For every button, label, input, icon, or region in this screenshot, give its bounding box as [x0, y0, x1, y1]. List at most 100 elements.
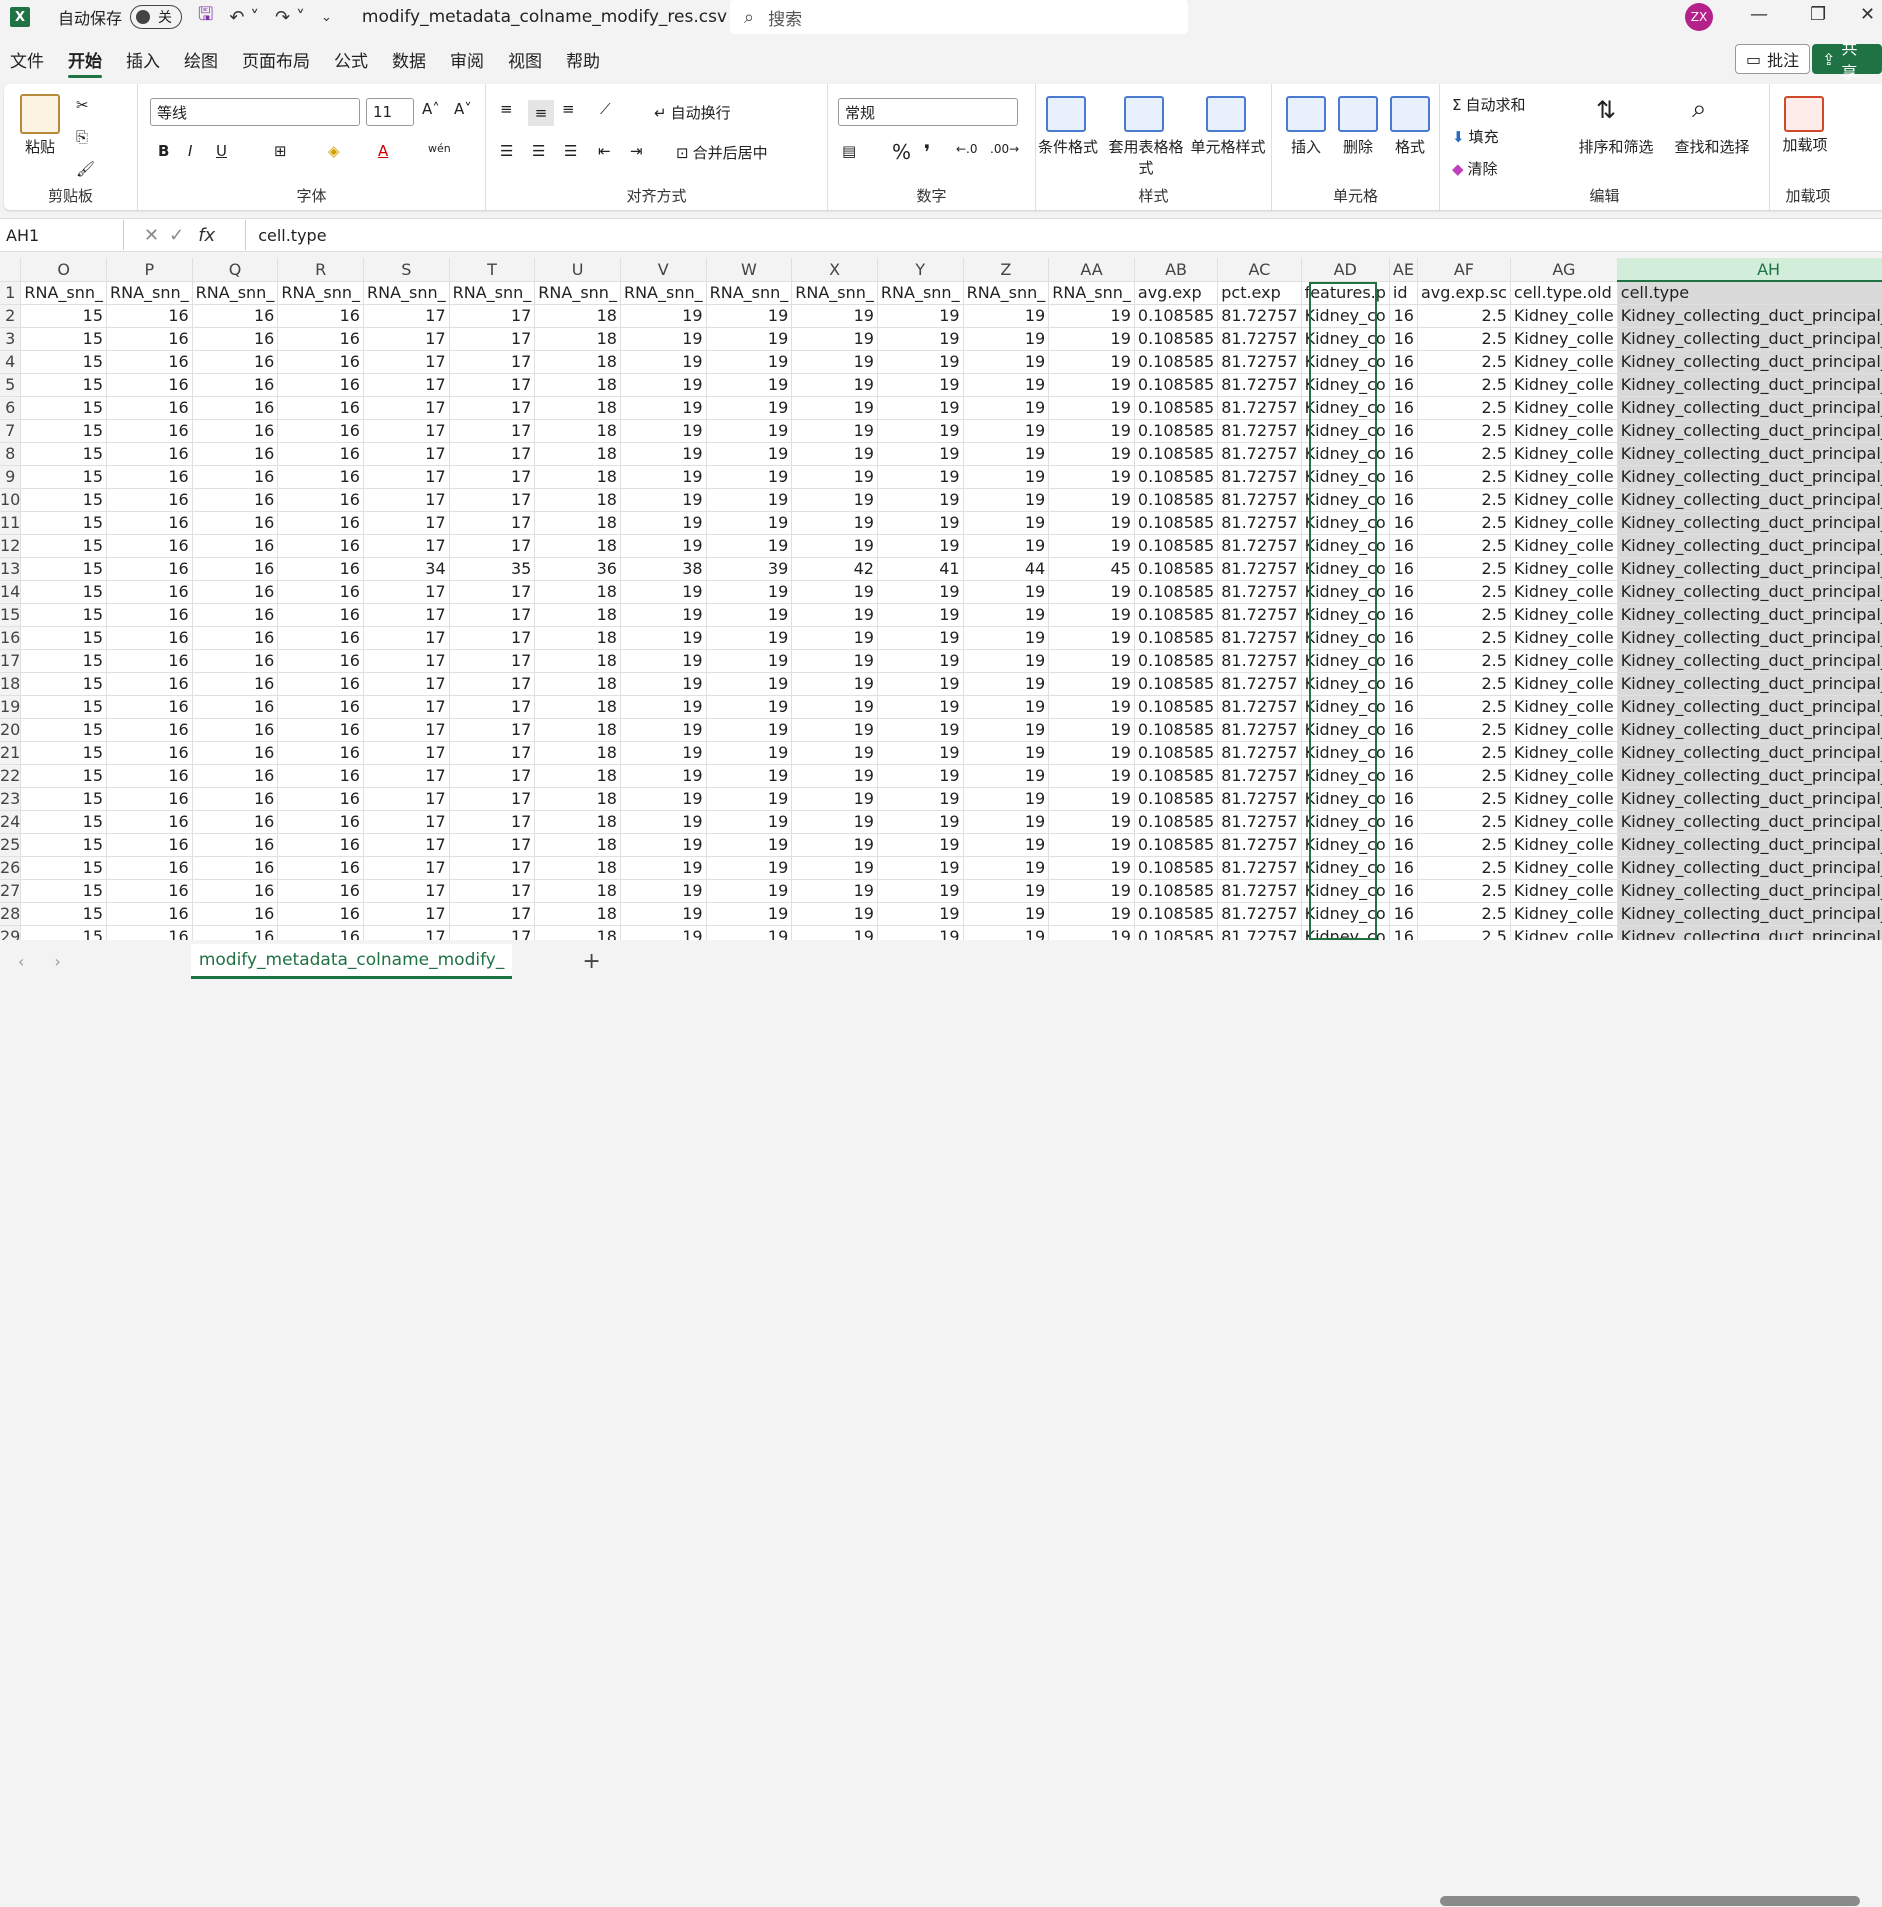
cell[interactable]: Kidney_co	[1301, 856, 1390, 880]
cell[interactable]: Kidney_collecting_duct_principal_cell	[1617, 603, 1882, 627]
cell[interactable]: 81.72757	[1217, 787, 1302, 811]
cell[interactable]: 16	[192, 534, 279, 558]
cell[interactable]: Kidney_colle	[1510, 626, 1618, 650]
cell[interactable]: 19	[620, 488, 707, 512]
cell[interactable]: 17	[449, 442, 536, 466]
cell[interactable]: 19	[963, 810, 1050, 834]
cell[interactable]: 81.72757	[1217, 304, 1302, 328]
cell[interactable]: 17	[363, 741, 450, 765]
cell[interactable]: 19	[706, 419, 793, 443]
cell[interactable]: 18	[534, 672, 621, 696]
cell[interactable]: 19	[791, 833, 878, 857]
cell[interactable]: RNA_snn_	[20, 281, 108, 305]
cell[interactable]: 18	[534, 465, 621, 489]
cell[interactable]: 16	[1389, 442, 1418, 466]
decrease-font-icon[interactable]: A˅	[454, 100, 472, 118]
search-box[interactable]: ⌕ 搜索	[730, 0, 1188, 34]
cell[interactable]: 17	[449, 350, 536, 374]
cell[interactable]: 2.5	[1417, 626, 1511, 650]
cell[interactable]: 16	[277, 373, 364, 397]
cell[interactable]: 16	[106, 580, 193, 604]
cell[interactable]: 0.108585	[1134, 902, 1219, 926]
cell[interactable]: 19	[791, 442, 878, 466]
cell[interactable]: Kidney_co	[1301, 787, 1390, 811]
cell[interactable]: 16	[277, 488, 364, 512]
cell[interactable]: 16	[1389, 902, 1418, 926]
cell[interactable]: Kidney_collecting_duct_principal_cell	[1617, 580, 1882, 604]
cell[interactable]: 19	[791, 373, 878, 397]
cell[interactable]: 81.72757	[1217, 396, 1302, 420]
column-header-ag[interactable]: AG	[1510, 258, 1618, 282]
close-icon[interactable]: ✕	[1860, 4, 1875, 25]
cell[interactable]: Kidney_colle	[1510, 603, 1618, 627]
row-header[interactable]: 3	[0, 327, 22, 351]
cell[interactable]: 16	[192, 925, 279, 940]
cell[interactable]: 19	[620, 580, 707, 604]
cell[interactable]: 19	[791, 787, 878, 811]
tab-page-layout[interactable]: 页面布局	[242, 41, 310, 78]
cell[interactable]: Kidney_colle	[1510, 350, 1618, 374]
cell[interactable]: 39	[706, 557, 793, 581]
row-header[interactable]: 15	[0, 603, 22, 627]
cell[interactable]: Kidney_colle	[1510, 741, 1618, 765]
cell[interactable]: 16	[277, 902, 364, 926]
cell[interactable]: 16	[192, 603, 279, 627]
row-header[interactable]: 19	[0, 695, 22, 719]
cell[interactable]: 19	[963, 304, 1050, 328]
row-header[interactable]: 14	[0, 580, 22, 604]
cell[interactable]: 17	[449, 304, 536, 328]
cell[interactable]: Kidney_collecting_duct_principal_cell	[1617, 649, 1882, 673]
cell[interactable]: 19	[963, 718, 1050, 742]
cell[interactable]: Kidney_co	[1301, 442, 1390, 466]
cell[interactable]: Kidney_collecting_duct_principal_cell	[1617, 879, 1882, 903]
cell[interactable]: 16	[277, 419, 364, 443]
cell[interactable]: 18	[534, 764, 621, 788]
cell[interactable]: 19	[963, 511, 1050, 535]
cell[interactable]: 19	[963, 396, 1050, 420]
cell[interactable]: 16	[106, 764, 193, 788]
cell[interactable]: 16	[192, 488, 279, 512]
cell[interactable]: 2.5	[1417, 396, 1511, 420]
cell[interactable]: 19	[706, 603, 793, 627]
cell[interactable]: 16	[106, 672, 193, 696]
cell[interactable]: 19	[1048, 304, 1135, 328]
cell[interactable]: Kidney_co	[1301, 327, 1390, 351]
format-cells-button[interactable]: 格式	[1386, 136, 1434, 157]
cell[interactable]: Kidney_colle	[1510, 925, 1618, 940]
cell[interactable]: RNA_snn_	[706, 281, 793, 305]
row-header[interactable]: 20	[0, 718, 22, 742]
cell[interactable]: 16	[1389, 396, 1418, 420]
prev-sheet-icon[interactable]: ‹	[18, 952, 24, 971]
cell[interactable]: 19	[620, 718, 707, 742]
cell[interactable]: 19	[620, 626, 707, 650]
cell[interactable]: 16	[1389, 879, 1418, 903]
cell[interactable]: 81.72757	[1217, 442, 1302, 466]
column-header-ad[interactable]: AD	[1301, 258, 1390, 282]
border-icon[interactable]: ⊞	[274, 142, 287, 160]
cell[interactable]: 19	[877, 419, 964, 443]
cell[interactable]: Kidney_co	[1301, 350, 1390, 374]
cell[interactable]: 19	[1048, 580, 1135, 604]
cell[interactable]: 2.5	[1417, 787, 1511, 811]
cell[interactable]: 16	[277, 833, 364, 857]
cell[interactable]: 15	[20, 649, 108, 673]
cell[interactable]: RNA_snn_	[963, 281, 1050, 305]
cell[interactable]: 44	[963, 557, 1050, 581]
column-header-p[interactable]: P	[106, 258, 193, 282]
cell[interactable]: 17	[449, 741, 536, 765]
cell[interactable]: 16	[1389, 350, 1418, 374]
cell[interactable]: 19	[877, 442, 964, 466]
cell[interactable]: 15	[20, 511, 108, 535]
cell[interactable]: 17	[363, 879, 450, 903]
cell[interactable]: 19	[791, 718, 878, 742]
row-header[interactable]: 1	[0, 281, 22, 305]
cell[interactable]: 41	[877, 557, 964, 581]
cell[interactable]: 19	[1048, 511, 1135, 535]
row-header[interactable]: 12	[0, 534, 22, 558]
cell[interactable]: 15	[20, 695, 108, 719]
cell[interactable]: 19	[1048, 925, 1135, 940]
row-header[interactable]: 21	[0, 741, 22, 765]
cell[interactable]: 16	[106, 902, 193, 926]
cell[interactable]: 18	[534, 603, 621, 627]
cell[interactable]: 17	[363, 856, 450, 880]
